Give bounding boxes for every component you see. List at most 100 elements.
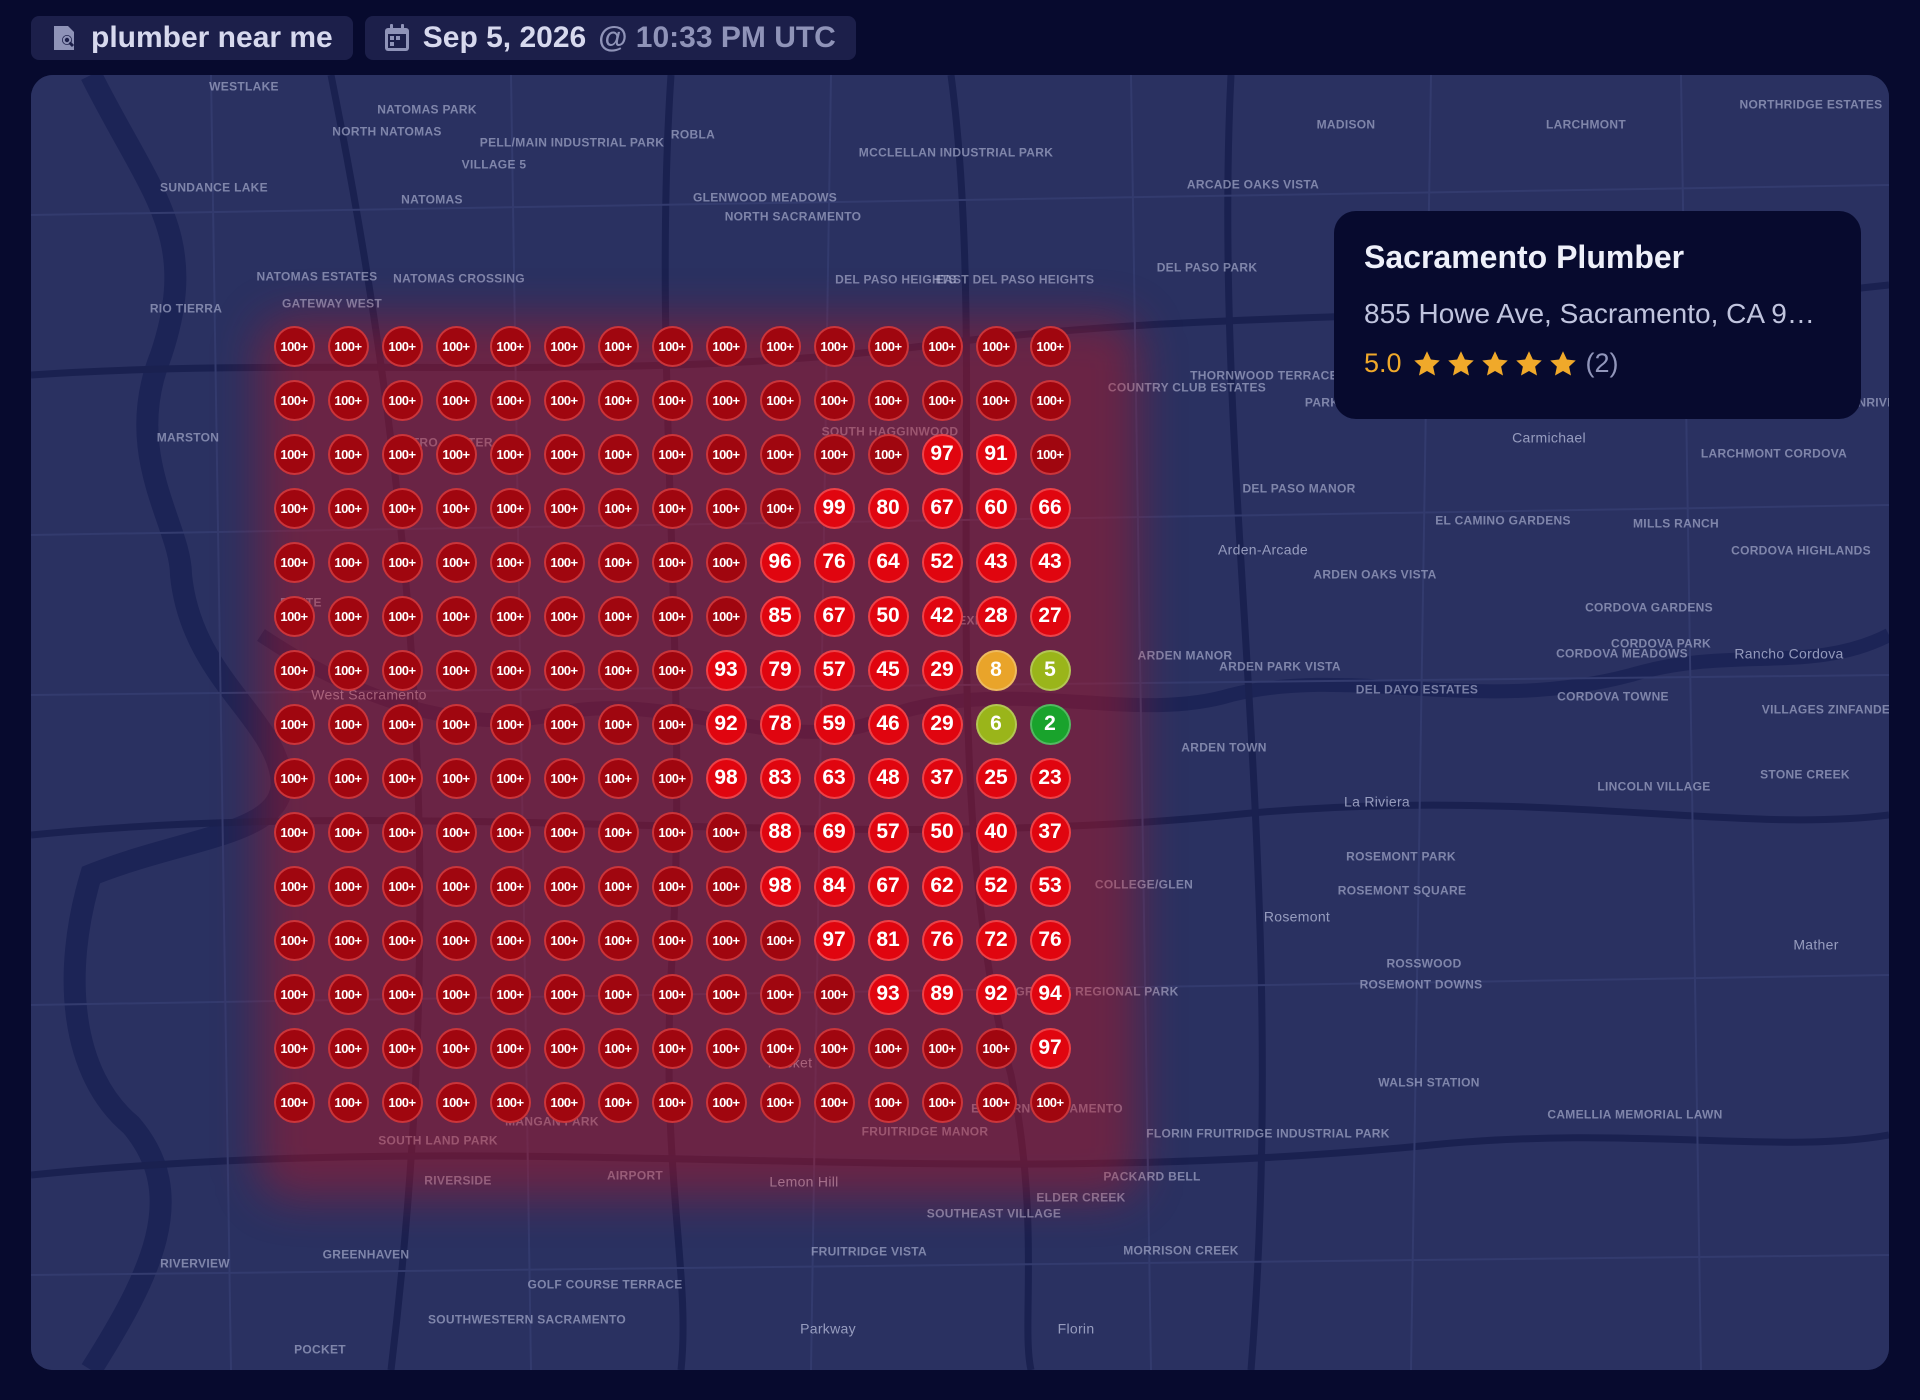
- rank-pin[interactable]: 100+: [705, 433, 747, 475]
- rank-pin[interactable]: 100+: [381, 811, 423, 853]
- rank-pin[interactable]: 100+: [597, 811, 639, 853]
- rank-pin[interactable]: 100+: [597, 487, 639, 529]
- rank-pin[interactable]: 100+: [273, 541, 315, 583]
- rank-pin[interactable]: 92: [975, 973, 1017, 1015]
- rank-pin[interactable]: 100+: [597, 703, 639, 745]
- rank-pin[interactable]: 100+: [543, 487, 585, 529]
- rank-pin[interactable]: 100+: [273, 595, 315, 637]
- rank-pin[interactable]: 40: [975, 811, 1017, 853]
- rank-pin[interactable]: 100+: [381, 325, 423, 367]
- date-chip[interactable]: Sep 5, 2026 @ 10:33 PM UTC: [364, 16, 856, 60]
- rank-pin[interactable]: 100+: [489, 1027, 531, 1069]
- rank-pin[interactable]: 27: [1029, 595, 1071, 637]
- rank-pin[interactable]: 100+: [327, 487, 369, 529]
- rank-pin[interactable]: 100+: [705, 325, 747, 367]
- rank-pin[interactable]: 100+: [273, 487, 315, 529]
- rank-pin[interactable]: 100+: [543, 1081, 585, 1123]
- rank-pin[interactable]: 100+: [705, 865, 747, 907]
- rank-pin[interactable]: 100+: [273, 757, 315, 799]
- rank-pin[interactable]: 84: [813, 865, 855, 907]
- rank-pin[interactable]: 100+: [327, 757, 369, 799]
- rank-pin[interactable]: 99: [813, 487, 855, 529]
- rank-pin[interactable]: 100+: [435, 865, 477, 907]
- rank-pin[interactable]: 100+: [921, 379, 963, 421]
- rank-pin[interactable]: 100+: [597, 757, 639, 799]
- rank-pin[interactable]: 100+: [273, 973, 315, 1015]
- rank-pin[interactable]: 69: [813, 811, 855, 853]
- rank-pin[interactable]: 48: [867, 757, 909, 799]
- rank-pin[interactable]: 100+: [327, 595, 369, 637]
- rank-pin[interactable]: 100+: [597, 541, 639, 583]
- rank-pin[interactable]: 100+: [543, 919, 585, 961]
- rank-pin[interactable]: 100+: [435, 487, 477, 529]
- rank-pin[interactable]: 100+: [381, 1027, 423, 1069]
- rank-pin[interactable]: 50: [867, 595, 909, 637]
- rank-pin[interactable]: 100+: [327, 325, 369, 367]
- rank-pin[interactable]: 100+: [489, 379, 531, 421]
- rank-pin[interactable]: 92: [705, 703, 747, 745]
- rank-pin[interactable]: 100+: [651, 811, 693, 853]
- rank-pin[interactable]: 100+: [435, 325, 477, 367]
- rank-pin[interactable]: 100+: [327, 379, 369, 421]
- rank-pin[interactable]: 100+: [651, 919, 693, 961]
- rank-pin[interactable]: 100+: [327, 703, 369, 745]
- rank-pin[interactable]: 100+: [759, 919, 801, 961]
- rank-pin[interactable]: 100+: [705, 541, 747, 583]
- rank-pin[interactable]: 29: [921, 649, 963, 691]
- rank-pin[interactable]: 100+: [273, 433, 315, 475]
- rank-pin[interactable]: 85: [759, 595, 801, 637]
- rank-pin[interactable]: 100+: [381, 865, 423, 907]
- rank-pin[interactable]: 98: [759, 865, 801, 907]
- rank-pin[interactable]: 100+: [867, 1027, 909, 1069]
- rank-pin[interactable]: 100+: [597, 433, 639, 475]
- rank-pin[interactable]: 100+: [813, 1027, 855, 1069]
- rank-pin[interactable]: 100+: [651, 541, 693, 583]
- rank-pin[interactable]: 100+: [651, 973, 693, 1015]
- rank-pin[interactable]: 93: [867, 973, 909, 1015]
- rank-pin[interactable]: 97: [1029, 1027, 1071, 1069]
- rank-pin[interactable]: 100+: [489, 865, 531, 907]
- rank-pin[interactable]: 100+: [651, 325, 693, 367]
- rank-pin[interactable]: 100+: [597, 325, 639, 367]
- rank-pin[interactable]: 100+: [381, 1081, 423, 1123]
- rank-pin[interactable]: 100+: [489, 649, 531, 691]
- rank-pin[interactable]: 100+: [597, 1081, 639, 1123]
- rank-pin[interactable]: 67: [921, 487, 963, 529]
- map-view[interactable]: WESTLAKE NATOMAS PARK NORTH NATOMAS PELL/MA…: [31, 75, 1889, 1370]
- rank-pin[interactable]: 100+: [597, 973, 639, 1015]
- rank-pin[interactable]: 100+: [489, 1081, 531, 1123]
- rank-pin[interactable]: 100+: [273, 919, 315, 961]
- rank-pin[interactable]: 100+: [381, 379, 423, 421]
- rank-pin[interactable]: 100+: [327, 433, 369, 475]
- rank-pin[interactable]: 100+: [921, 1027, 963, 1069]
- rank-pin[interactable]: 28: [975, 595, 1017, 637]
- rank-pin[interactable]: 100+: [651, 379, 693, 421]
- rank-pin[interactable]: 100+: [327, 919, 369, 961]
- rank-pin[interactable]: 52: [975, 865, 1017, 907]
- rank-pin[interactable]: 50: [921, 811, 963, 853]
- rank-pin[interactable]: 79: [759, 649, 801, 691]
- rank-pin[interactable]: 100+: [381, 973, 423, 1015]
- rank-pin[interactable]: 100+: [543, 649, 585, 691]
- rank-pin[interactable]: 100+: [705, 595, 747, 637]
- rank-pin[interactable]: 94: [1029, 973, 1071, 1015]
- rank-pin[interactable]: 67: [813, 595, 855, 637]
- rank-pin[interactable]: 60: [975, 487, 1017, 529]
- rank-pin[interactable]: 100+: [813, 1081, 855, 1123]
- rank-pin[interactable]: 100+: [705, 811, 747, 853]
- rank-pin[interactable]: 100+: [489, 757, 531, 799]
- rank-pin[interactable]: 100+: [273, 811, 315, 853]
- rank-pin[interactable]: 100+: [867, 433, 909, 475]
- rank-pin[interactable]: 66: [1029, 487, 1071, 529]
- rank-pin[interactable]: 100+: [381, 649, 423, 691]
- rank-pin[interactable]: 88: [759, 811, 801, 853]
- rank-pin[interactable]: 100+: [435, 919, 477, 961]
- rank-pin[interactable]: 46: [867, 703, 909, 745]
- rank-pin[interactable]: 100+: [813, 379, 855, 421]
- rank-pin[interactable]: 100+: [759, 1027, 801, 1069]
- rank-pin[interactable]: 100+: [435, 757, 477, 799]
- rank-pin[interactable]: 100+: [705, 1027, 747, 1069]
- rank-pin[interactable]: 100+: [651, 1027, 693, 1069]
- rank-pin[interactable]: 100+: [381, 919, 423, 961]
- rank-pin[interactable]: 100+: [543, 541, 585, 583]
